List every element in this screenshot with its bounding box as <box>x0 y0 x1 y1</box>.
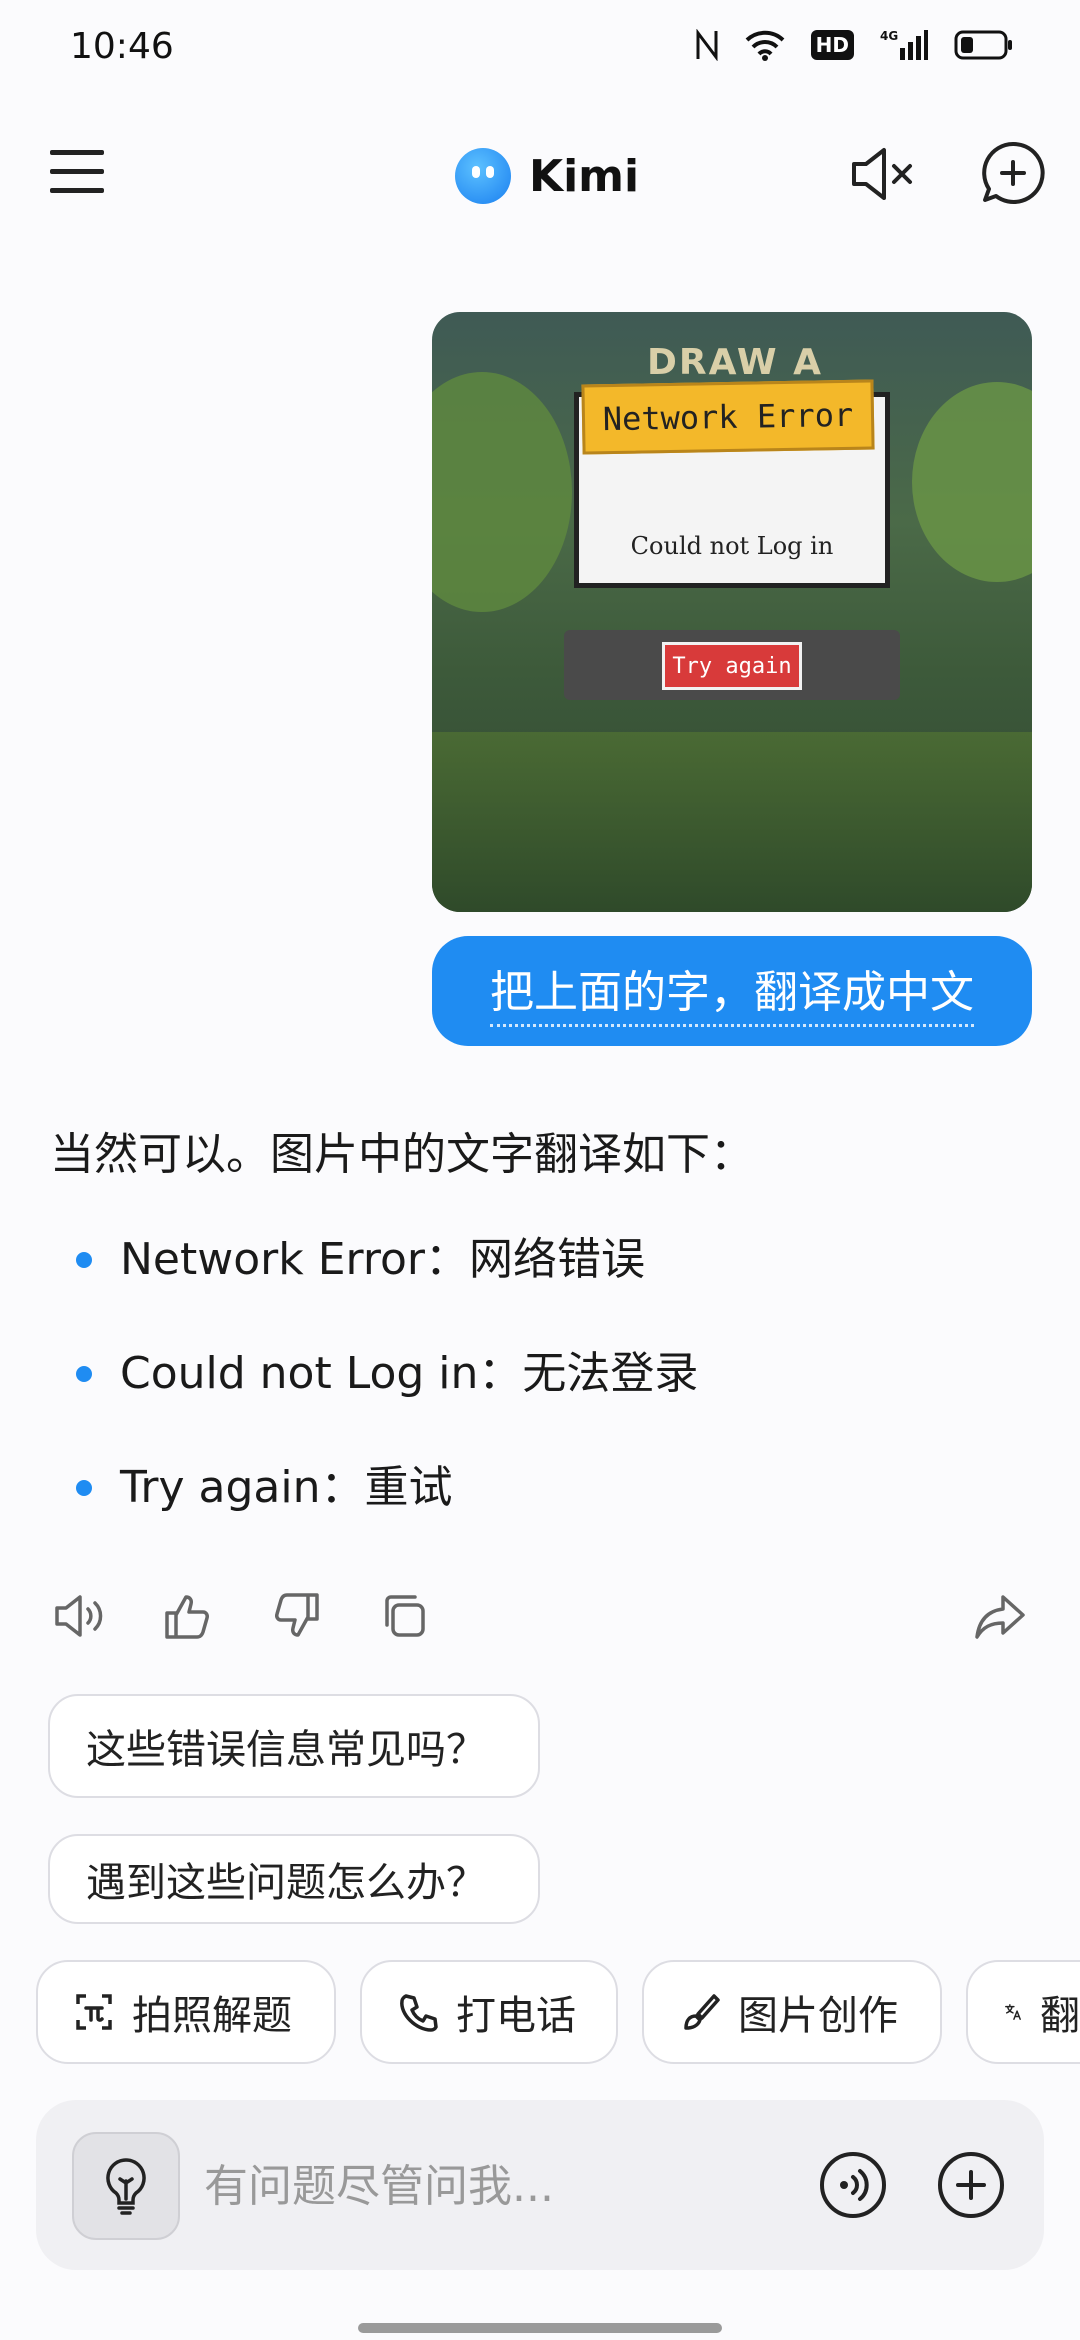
wifi-icon <box>745 29 785 61</box>
dislike-button[interactable] <box>266 1586 326 1646</box>
tool-label: 打电话 <box>456 1993 576 2039</box>
kimi-logo-icon <box>455 148 511 204</box>
brush-icon <box>684 1994 720 2030</box>
hd-badge: HD <box>810 30 854 60</box>
signal-icon: 4G <box>880 28 928 62</box>
ground-shape <box>432 732 1032 912</box>
tree-shape <box>432 372 572 612</box>
assistant-reply-list: Network Error：网络错误 Could not Log in：无法登录… <box>50 1230 698 1572</box>
list-item: Could not Log in：无法登录 <box>50 1344 698 1458</box>
tree-shape <box>912 382 1032 582</box>
menu-button[interactable] <box>48 146 108 198</box>
try-again-label: Try again <box>672 653 792 679</box>
mute-button[interactable] <box>848 144 918 204</box>
list-item: Network Error：网络错误 <box>50 1230 698 1344</box>
try-again-button-image: Try again <box>662 642 802 690</box>
voice-icon <box>820 2152 886 2218</box>
voice-input-button[interactable] <box>818 2150 888 2220</box>
status-icons: HD 4G <box>695 28 1014 62</box>
reply-actions <box>50 1586 1030 1646</box>
app-brand: Kimi <box>455 144 639 208</box>
formula-icon <box>76 1994 112 2030</box>
dialog-title: Network Error <box>602 395 854 439</box>
bullet-dot <box>76 1366 92 1382</box>
read-aloud-button[interactable] <box>50 1586 110 1646</box>
bullet-dot <box>76 1252 92 1268</box>
tool-photo-solve[interactable]: 拍照解题 <box>36 1960 336 2064</box>
copy-icon <box>385 1595 425 1637</box>
tool-label: 拍照解题 <box>132 1993 292 2039</box>
thumbs-down-icon <box>275 1593 319 1637</box>
dialog-message: Could not Log in <box>630 532 834 560</box>
mute-icon <box>852 148 912 200</box>
dialog-title-band: Network Error <box>581 379 875 455</box>
list-item-text: Could not Log in：无法登录 <box>120 1348 699 1399</box>
status-time: 10:46 <box>70 26 174 67</box>
quick-tools-row: 拍照解题 打电话 图片创作 翻 <box>36 1960 1080 2064</box>
battery-icon <box>954 29 1014 61</box>
nfc-icon <box>695 29 719 61</box>
new-chat-icon <box>982 141 1045 204</box>
copy-button[interactable] <box>374 1586 434 1646</box>
lightbulb-icon <box>106 2158 146 2215</box>
status-bar: 10:46 HD 4G <box>0 0 1080 96</box>
share-button[interactable] <box>970 1586 1030 1646</box>
plus-icon <box>938 2152 1004 2218</box>
inspiration-button[interactable] <box>72 2132 180 2240</box>
tool-label: 图片创作 <box>738 1993 898 2039</box>
menu-icon <box>50 150 104 193</box>
bullet-dot <box>76 1480 92 1496</box>
game-logo: DRAW A <box>647 342 823 383</box>
message-composer <box>36 2100 1044 2270</box>
list-item-text: Network Error：网络错误 <box>120 1234 645 1285</box>
tool-label: 翻 <box>1040 1993 1080 2039</box>
tool-phone-call[interactable]: 打电话 <box>360 1960 618 2064</box>
speaker-icon <box>55 1595 103 1637</box>
list-item-text: Try again：重试 <box>120 1462 453 1513</box>
suggestion-chip[interactable]: 这些错误信息常见吗？ <box>48 1694 540 1798</box>
suggestion-chip[interactable]: 遇到这些问题怎么办？ <box>48 1834 540 1924</box>
like-button[interactable] <box>158 1586 218 1646</box>
translate-icon <box>1005 2004 1021 2020</box>
share-icon <box>975 1595 1025 1639</box>
svg-text:4G: 4G <box>880 29 898 43</box>
app-title: Kimi <box>529 150 640 202</box>
user-uploaded-image[interactable]: DRAW A Network Error Could not Log in Tr… <box>432 312 1032 912</box>
list-item: Try again：重试 <box>50 1458 698 1572</box>
tool-translate[interactable]: 翻 <box>966 1960 1080 2064</box>
user-message-bubble[interactable]: 把上面的字，翻译成中文 <box>432 936 1032 1046</box>
phone-icon <box>400 1994 438 2032</box>
user-message-text: 把上面的字，翻译成中文 <box>490 956 974 1027</box>
app-header: Kimi <box>0 96 1080 256</box>
attach-button[interactable] <box>936 2150 1006 2220</box>
home-indicator[interactable] <box>358 2323 722 2333</box>
new-chat-button[interactable] <box>980 140 1046 206</box>
tool-image-creation[interactable]: 图片创作 <box>642 1960 942 2064</box>
assistant-reply-intro: 当然可以。图片中的文字翻译如下： <box>50 1129 754 1180</box>
message-input[interactable] <box>204 2150 804 2222</box>
thumbs-up-icon <box>165 1595 209 1639</box>
